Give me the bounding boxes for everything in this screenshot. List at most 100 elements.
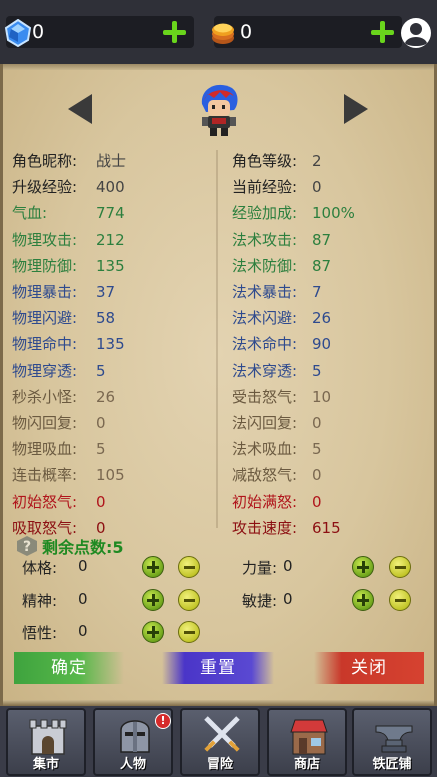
agility-plus-button[interactable] (352, 589, 374, 611)
attribute-value: 0 (78, 622, 88, 640)
blue-gem-icon (4, 19, 32, 47)
stat-row: 初始满怒: 0 (0, 489, 437, 515)
stat-value: 615 (312, 518, 341, 537)
stat-value: 0 (312, 414, 322, 432)
gem-value: 0 (32, 21, 45, 43)
castle-icon (29, 719, 67, 755)
coin-value: 0 (240, 21, 253, 43)
crossed-swords-icon (204, 716, 240, 752)
stat-label: 法术命中: (232, 335, 298, 354)
insight-minus-button[interactable] (178, 621, 200, 643)
nav-label: 冒险 (206, 757, 233, 772)
stat-row: 法术吸血: 5 (0, 436, 437, 462)
warrior-character-avatar (201, 84, 238, 136)
stat-value: 7 (312, 283, 322, 301)
stat-label: 法术穿透: (232, 361, 298, 380)
nav-character[interactable]: ! 人物 (93, 708, 173, 776)
stat-value: 0 (312, 466, 322, 485)
stat-value: 26 (312, 309, 332, 328)
stat-label: 攻击速度: (232, 518, 298, 537)
stat-value: 10 (312, 387, 332, 406)
gold-coin-icon (212, 23, 234, 44)
stat-row: 经验加成: 100% (0, 200, 437, 226)
attribute-value: 0 (78, 557, 88, 575)
confirm-button[interactable]: 确定 (14, 652, 124, 684)
nav-shop[interactable]: 商店 (267, 708, 347, 776)
stat-label: 法术吸血: (232, 440, 298, 459)
stat-value: 87 (312, 230, 332, 249)
next-character-arrow-icon[interactable] (342, 92, 370, 126)
nav-adventure[interactable]: 冒险 (180, 708, 260, 776)
stat-value: 2 (312, 152, 322, 170)
stat-row: 法术防御: 87 (0, 253, 437, 279)
stat-row: 法术穿透: 5 (0, 358, 437, 384)
user-profile-icon[interactable] (400, 17, 432, 49)
stat-label: 受击怒气: (232, 387, 298, 406)
attribute-label: 敏捷: (242, 592, 278, 610)
attribute-label: 精神: (22, 592, 58, 610)
stat-value: 87 (312, 256, 332, 275)
stat-row: 法术闪避: 26 (0, 305, 437, 331)
top-resource-bar: 0 0 (0, 0, 437, 64)
strength-minus-button[interactable] (389, 556, 411, 578)
stat-row: 法闪回复: 0 (0, 410, 437, 436)
anvil-icon (375, 725, 413, 753)
strength-plus-button[interactable] (352, 556, 374, 578)
stat-row: 受击怒气: 10 (0, 384, 437, 410)
nav-blacksmith[interactable]: 铁匠铺 (352, 708, 432, 776)
stat-row: 法术攻击: 87 (0, 227, 437, 253)
spirit-minus-button[interactable] (178, 589, 200, 611)
alert-badge: ! (155, 713, 171, 729)
stat-label: 初始满怒: (232, 492, 298, 511)
attribute-value: 0 (283, 590, 293, 608)
stat-label: 角色等级: (232, 152, 298, 170)
spirit-plus-button[interactable] (142, 589, 164, 611)
stat-label: 法术攻击: (232, 230, 298, 249)
stat-label: 经验加成: (232, 204, 298, 223)
stat-value: 5 (312, 361, 322, 380)
attribute-value: 0 (78, 590, 88, 608)
attribute-value: 0 (283, 557, 293, 575)
nav-market[interactable]: 集市 (6, 708, 86, 776)
nav-label: 商店 (293, 757, 320, 772)
reset-button[interactable]: 重置 (162, 652, 274, 684)
stat-value: 0 (312, 178, 322, 197)
stat-label: 法术暴击: (232, 283, 298, 301)
attribute-label: 悟性: (22, 624, 58, 642)
coin-counter: 0 (212, 16, 402, 48)
constitution-minus-button[interactable] (178, 556, 200, 578)
help-question-icon[interactable]: ? (16, 535, 38, 557)
insight-plus-button[interactable] (142, 621, 164, 643)
remaining-points-label: 剩余点数:5 (42, 538, 124, 557)
stat-value: 90 (312, 335, 332, 354)
add-coin-button[interactable] (370, 18, 394, 46)
stat-label: 当前经验: (232, 178, 298, 197)
shop-icon (290, 719, 328, 755)
stat-label: 法术闪避: (232, 309, 298, 328)
stat-row: 减敌怒气: 0 (0, 462, 437, 488)
stat-label: 法闪回复: (232, 414, 298, 432)
nav-label: 铁匠铺 (372, 757, 412, 772)
stat-value: 5 (312, 440, 322, 459)
stat-row: 法术暴击: 7 (0, 279, 437, 305)
stat-row: 当前经验: 0 (0, 174, 437, 200)
knight-helmet-icon (120, 720, 150, 753)
bottom-navigation: 集市 ! 人物 冒险 商店 铁匠铺 (0, 706, 437, 777)
stat-row: 角色等级: 2 (0, 148, 437, 174)
close-button[interactable]: 关闭 (314, 652, 424, 684)
stat-row: 法术命中: 90 (0, 331, 437, 357)
svg-text:?: ? (23, 539, 31, 555)
nav-label: 集市 (32, 757, 59, 772)
attribute-label: 力量: (242, 559, 278, 577)
gem-counter: 0 (4, 16, 194, 48)
nav-label: 人物 (119, 757, 146, 772)
stat-value: 100% (312, 204, 355, 223)
previous-character-arrow-icon[interactable] (66, 92, 94, 126)
agility-minus-button[interactable] (389, 589, 411, 611)
stat-value: 0 (312, 492, 322, 511)
stat-label: 法术防御: (232, 256, 298, 275)
stat-label: 减敌怒气: (232, 466, 298, 485)
attribute-label: 体格: (22, 559, 58, 577)
add-gem-button[interactable] (162, 18, 186, 46)
constitution-plus-button[interactable] (142, 556, 164, 578)
